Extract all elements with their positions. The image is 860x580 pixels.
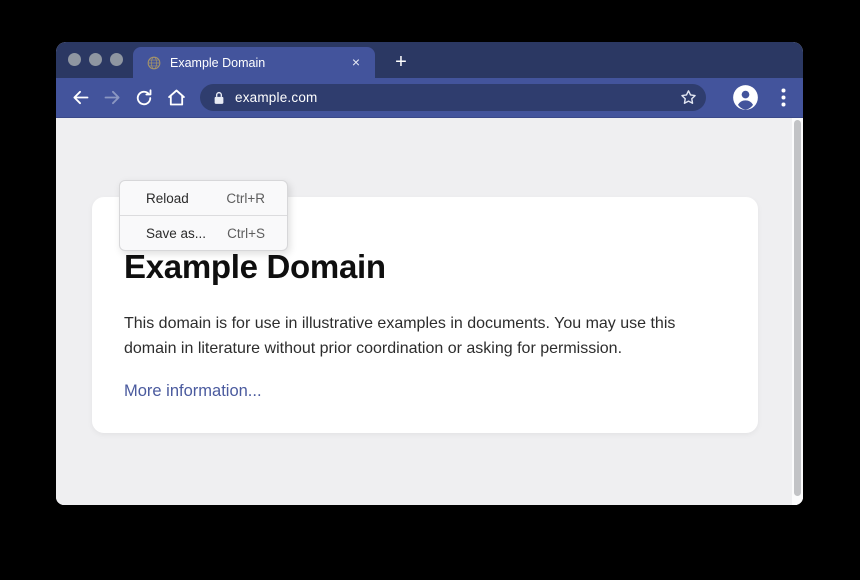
back-arrow-icon xyxy=(70,87,91,108)
title-bar: Example Domain × + xyxy=(56,42,803,78)
forward-button[interactable] xyxy=(96,82,128,114)
page-paragraph: This domain is for use in illustrative e… xyxy=(124,311,726,361)
forward-arrow-icon xyxy=(102,87,123,108)
menu-item-shortcut: Ctrl+R xyxy=(226,191,265,206)
menu-item-label: Reload xyxy=(146,191,189,206)
bookmark-star-button[interactable] xyxy=(679,88,698,107)
minimize-window-button[interactable] xyxy=(89,53,102,66)
maximize-window-button[interactable] xyxy=(110,53,123,66)
tab-close-icon[interactable]: × xyxy=(347,54,365,72)
scrollbar-track[interactable] xyxy=(792,118,803,505)
lock-icon xyxy=(213,91,225,105)
browser-tab[interactable]: Example Domain × xyxy=(133,47,375,78)
reload-button[interactable] xyxy=(128,82,160,114)
scrollbar-thumb[interactable] xyxy=(794,120,801,496)
page-content: Example Domain This domain is for use in… xyxy=(56,118,803,505)
close-window-button[interactable] xyxy=(68,53,81,66)
tab-title: Example Domain xyxy=(170,56,347,70)
url-text: example.com xyxy=(235,90,317,105)
back-button[interactable] xyxy=(64,82,96,114)
favicon-globe-icon xyxy=(147,56,161,70)
context-menu: Reload Ctrl+R Save as... Ctrl+S xyxy=(119,180,288,251)
home-button[interactable] xyxy=(160,82,192,114)
three-dots-icon xyxy=(781,88,786,107)
more-information-link[interactable]: More information... xyxy=(124,382,262,401)
context-menu-item-reload[interactable]: Reload Ctrl+R xyxy=(120,181,287,215)
browser-menu-button[interactable] xyxy=(773,88,793,107)
paragraph-line: This domain is for use in illustrative e… xyxy=(124,311,726,336)
new-tab-button[interactable]: + xyxy=(388,47,414,78)
context-menu-item-save-as[interactable]: Save as... Ctrl+S xyxy=(120,216,287,250)
menu-item-shortcut: Ctrl+S xyxy=(227,226,265,241)
address-bar[interactable]: example.com xyxy=(200,84,706,111)
avatar-icon xyxy=(732,84,759,111)
menu-item-label: Save as... xyxy=(146,226,206,241)
page-title: Example Domain xyxy=(124,248,726,286)
home-icon xyxy=(166,87,187,108)
browser-toolbar: example.com xyxy=(56,78,803,118)
profile-avatar-button[interactable] xyxy=(732,84,759,111)
browser-window: Example Domain × + xyxy=(56,42,803,505)
window-controls xyxy=(68,53,123,66)
reload-icon xyxy=(134,88,154,108)
paragraph-line: domain in literature without prior coord… xyxy=(124,336,726,361)
